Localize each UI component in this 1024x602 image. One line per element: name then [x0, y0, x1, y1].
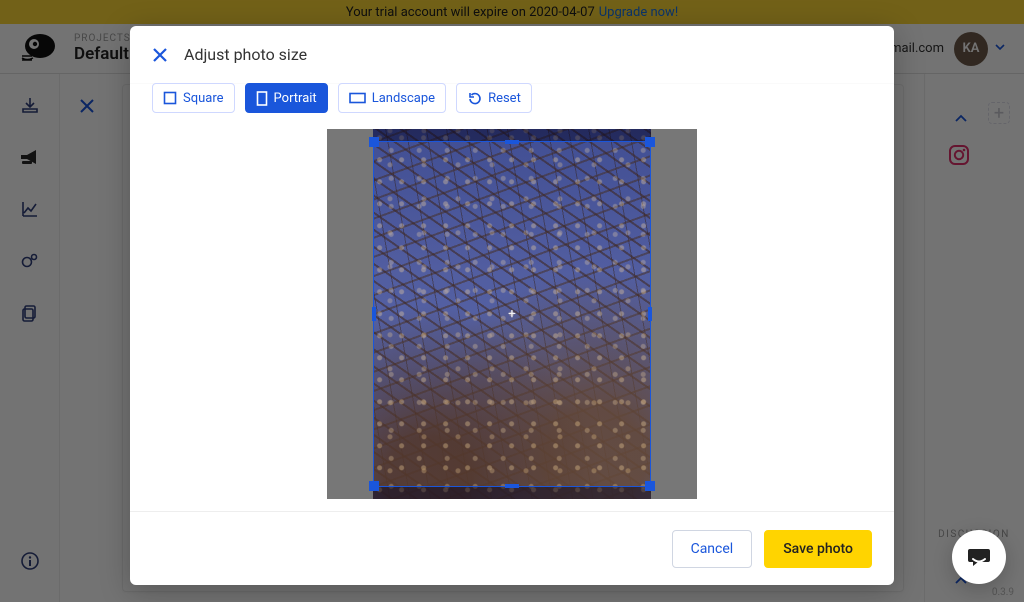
modal-close-icon[interactable]	[150, 45, 170, 65]
aspect-landscape-button[interactable]: Landscape	[338, 83, 446, 113]
crop-handle[interactable]	[505, 484, 519, 488]
chat-fab[interactable]	[952, 530, 1006, 584]
modal-title: Adjust photo size	[184, 45, 307, 64]
crop-rectangle[interactable]: +	[373, 141, 651, 487]
aspect-square-label: Square	[183, 91, 224, 106]
crop-shade	[373, 487, 651, 499]
aspect-square-button[interactable]: Square	[152, 83, 235, 113]
chat-icon	[965, 543, 993, 571]
crop-handle[interactable]	[369, 137, 379, 147]
modal-body: +	[130, 116, 894, 511]
save-photo-button[interactable]: Save photo	[764, 530, 872, 568]
crop-center-icon: +	[506, 308, 518, 320]
portrait-icon	[256, 91, 268, 106]
crop-handle[interactable]	[369, 481, 379, 491]
modal-footer: Cancel Save photo	[130, 511, 894, 585]
reset-button[interactable]: Reset	[456, 83, 532, 113]
cancel-button[interactable]: Cancel	[672, 530, 753, 568]
crop-handle[interactable]	[645, 137, 655, 147]
aspect-landscape-label: Landscape	[372, 91, 435, 106]
crop-handle[interactable]	[505, 140, 519, 144]
reset-icon	[467, 91, 482, 106]
reset-label: Reset	[488, 91, 521, 106]
crop-handle[interactable]	[372, 307, 376, 321]
modal-header: Adjust photo size	[130, 26, 894, 84]
aspect-toolbar: Square Portrait Landscape Reset	[130, 84, 894, 116]
crop-handle[interactable]	[648, 307, 652, 321]
square-icon	[163, 91, 177, 105]
aspect-portrait-button[interactable]: Portrait	[245, 83, 328, 113]
crop-handle[interactable]	[645, 481, 655, 491]
crop-stage[interactable]: +	[327, 129, 697, 499]
landscape-icon	[349, 92, 366, 104]
aspect-portrait-label: Portrait	[274, 91, 317, 106]
adjust-photo-modal: Adjust photo size Square Portrait Landsc…	[130, 26, 894, 585]
